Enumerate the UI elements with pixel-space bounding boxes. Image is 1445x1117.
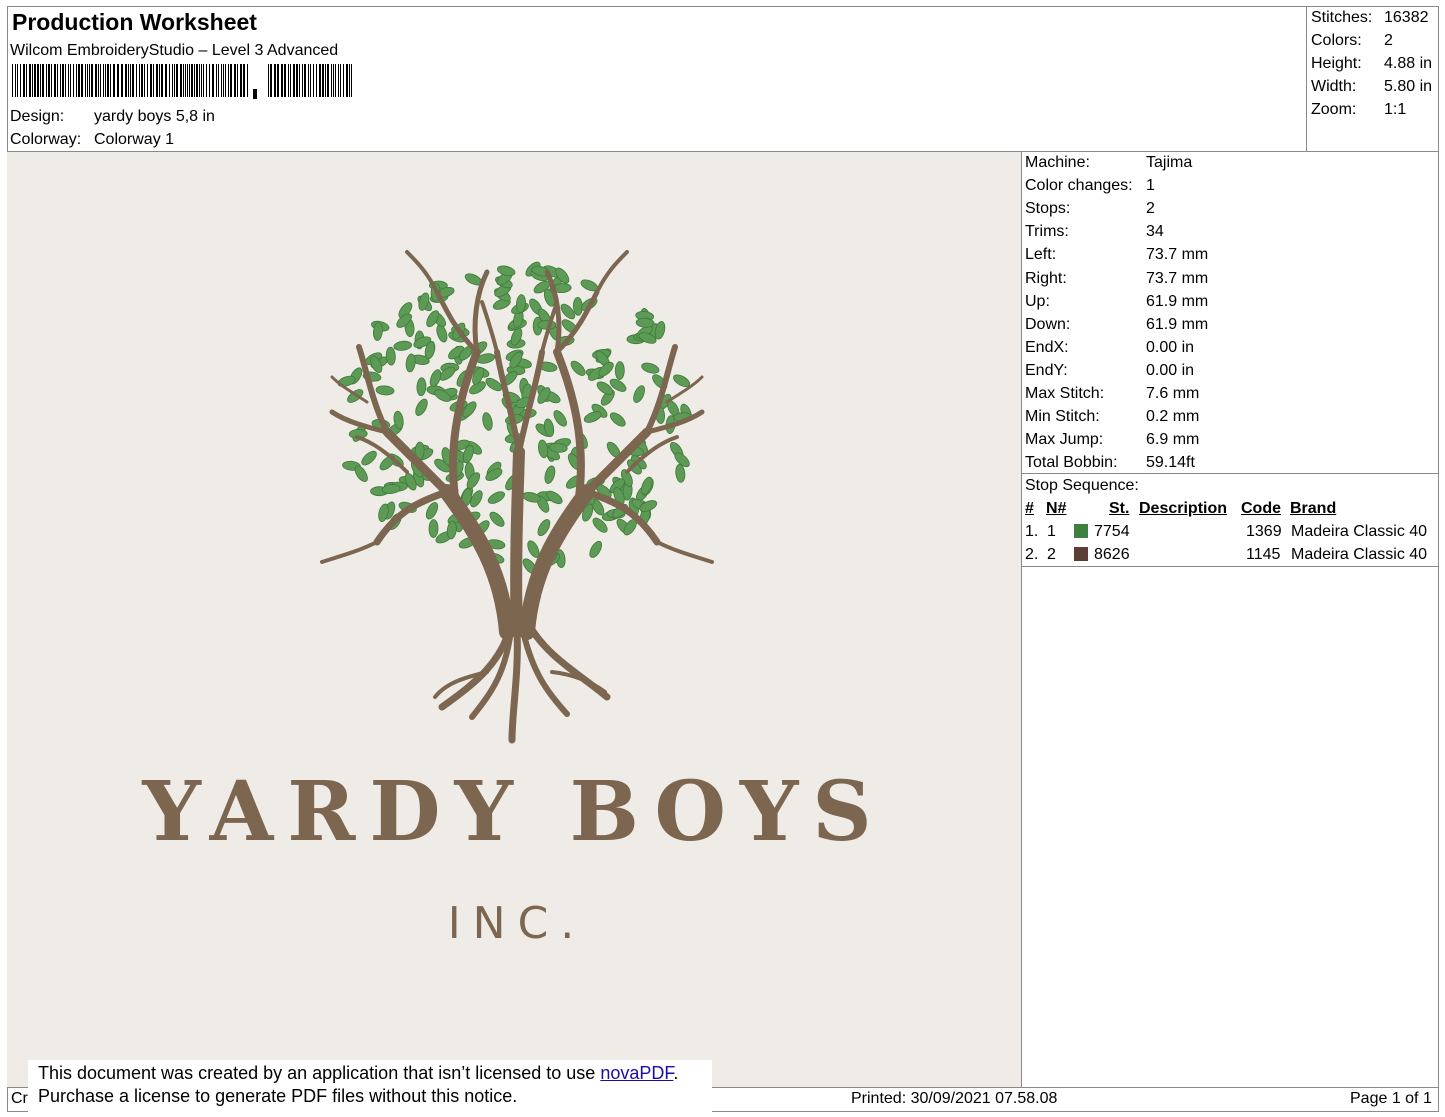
machine-label: Color changes: xyxy=(1025,177,1133,195)
stat-value: 5.80 in xyxy=(1384,78,1433,95)
col-description: Description xyxy=(1139,500,1228,517)
machine-value: Tajima xyxy=(1146,154,1193,171)
machine-value: 2 xyxy=(1146,200,1155,218)
machine-value: 59.14ft xyxy=(1146,454,1195,472)
seq-header: # N# St. Description Code Brand xyxy=(1025,497,1435,520)
seq-st: 8626 xyxy=(1094,546,1130,563)
footer-left-fragment: Cr xyxy=(11,1090,28,1107)
machine-value: 0.00 in xyxy=(1146,338,1195,356)
machine-value: 7.6 mm xyxy=(1146,385,1200,402)
stat-value: 16382 xyxy=(1384,9,1429,26)
machine-label: Max Jump: xyxy=(1025,431,1104,449)
stat-label: Width: xyxy=(1311,78,1357,95)
machine-label: EndX: xyxy=(1025,338,1069,356)
seq-code: 1369 xyxy=(1246,523,1282,540)
design-label: Design: xyxy=(10,108,65,125)
machine-label: Total Bobbin: xyxy=(1025,454,1118,472)
seq-n: 2 xyxy=(1047,546,1056,563)
machine-value: 0.2 mm xyxy=(1146,408,1200,426)
machine-value: 6.9 mm xyxy=(1146,431,1200,449)
seq-num: 1. xyxy=(1025,523,1039,540)
seq-brand: Madeira Classic 40 xyxy=(1291,546,1428,563)
stat-value: 2 xyxy=(1384,32,1393,49)
stop-sequence-title: Stop Sequence: xyxy=(1025,477,1139,494)
col-n: N# xyxy=(1046,500,1067,517)
details-frame xyxy=(1021,151,1439,1088)
design-preview: YARDY BOYS INC. xyxy=(7,152,1021,1087)
notice-period: . xyxy=(673,1063,679,1083)
barcode xyxy=(12,64,352,99)
seq-num: 2. xyxy=(1025,546,1039,563)
thread-swatch xyxy=(1074,524,1088,538)
worksheet-title: Production Worksheet xyxy=(12,9,257,35)
seq-n: 1 xyxy=(1047,523,1056,540)
seq-divider xyxy=(1021,566,1439,567)
stat-label: Colors: xyxy=(1311,32,1362,49)
license-notice: This document was created by an applicat… xyxy=(28,1060,712,1112)
machine-label: Trims: xyxy=(1025,223,1069,241)
design-value: yardy boys 5,8 in xyxy=(94,108,215,125)
seq-st: 7754 xyxy=(1094,523,1130,540)
machine-label: Up: xyxy=(1025,292,1050,310)
seq-code: 1145 xyxy=(1246,546,1281,563)
col-brand: Brand xyxy=(1290,500,1337,517)
machine-value: 34 xyxy=(1146,223,1164,241)
stat-label: Height: xyxy=(1311,55,1362,72)
col-st: St. xyxy=(1109,500,1130,517)
stat-label: Stitches: xyxy=(1311,9,1373,26)
software-name: Wilcom EmbroideryStudio – Level 3 Advanc… xyxy=(10,42,339,59)
seq-row: 1. 1 7754 1369 Madeira Classic 40 xyxy=(1025,520,1435,543)
machine-value: 1 xyxy=(1146,177,1155,195)
machine-label: Machine: xyxy=(1025,154,1090,171)
tree-logo: YARDY BOYS INC. xyxy=(141,250,885,949)
logo-line1: YARDY BOYS xyxy=(141,764,885,860)
machine-value: 73.7 mm xyxy=(1146,269,1209,287)
logo-line2: INC. xyxy=(448,898,587,949)
col-num: # xyxy=(1025,500,1034,517)
notice-line2: Purchase a license to generate PDF files… xyxy=(38,1086,518,1106)
printed-date: Printed: 30/09/2021 07.58.08 xyxy=(851,1090,1058,1107)
col-code: Code xyxy=(1241,500,1281,517)
machine-label: Min Stitch: xyxy=(1025,408,1100,426)
machine-label: Left: xyxy=(1025,246,1057,264)
seq-brand: Madeira Classic 40 xyxy=(1291,523,1428,540)
machine-label: Right: xyxy=(1025,269,1067,287)
novapdf-link[interactable]: novaPDF xyxy=(600,1063,673,1083)
thread-swatch xyxy=(1074,547,1088,561)
colorway-label: Colorway: xyxy=(10,131,82,148)
stat-label: Zoom: xyxy=(1311,101,1357,118)
notice-line1: This document was created by an applicat… xyxy=(38,1061,678,1085)
machine-label: Stops: xyxy=(1025,200,1071,218)
colorway-value: Colorway 1 xyxy=(94,131,175,148)
stat-value: 1:1 xyxy=(1384,101,1407,118)
machine-value: 73.7 mm xyxy=(1146,246,1209,264)
machine-label: EndY: xyxy=(1025,361,1068,379)
machine-label: Max Stitch: xyxy=(1025,385,1105,402)
stat-value: 4.88 in xyxy=(1384,55,1433,72)
machine-value: 61.9 mm xyxy=(1146,292,1209,310)
machine-value: 0.00 in xyxy=(1146,361,1195,379)
seq-row: 2. 2 8626 1145 Madeira Classic 40 xyxy=(1025,543,1435,566)
machine-value: 61.9 mm xyxy=(1146,315,1209,333)
machine-label: Down: xyxy=(1025,315,1071,333)
notice-text: This document was created by an applicat… xyxy=(38,1063,601,1083)
page-number: Page 1 of 1 xyxy=(1350,1090,1432,1107)
